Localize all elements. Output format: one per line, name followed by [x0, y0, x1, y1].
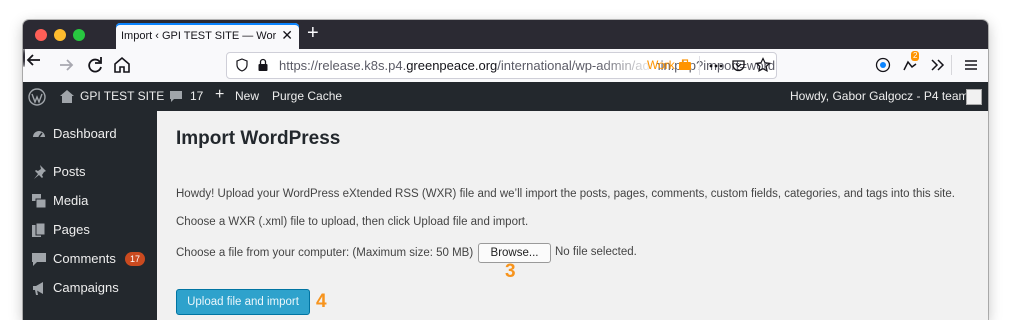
site-name-link[interactable]: GPI TEST SITE	[80, 89, 164, 103]
step-annotation-3: 3	[505, 261, 516, 282]
new-content-link[interactable]: New	[235, 89, 259, 103]
container-label[interactable]: Work	[647, 58, 675, 72]
dashboard-icon	[33, 131, 45, 138]
extension-badge: 2	[911, 51, 920, 61]
reload-icon[interactable]	[83, 53, 107, 77]
wordpress-logo-icon[interactable]	[28, 88, 46, 106]
home-icon	[60, 90, 74, 103]
back-button[interactable]	[23, 48, 40, 67]
toolbar-separator	[951, 55, 952, 75]
home-icon[interactable]	[110, 53, 134, 77]
browser-window: Import ‹ GPI TEST SITE — WordPress ✕ +	[23, 20, 988, 320]
wp-admin-bar: GPI TEST SITE 17 + New Purge Cache Howdy…	[23, 82, 988, 111]
instruction-text: Choose a WXR (.xml) file to upload, then…	[176, 216, 529, 228]
briefcase-icon	[679, 59, 691, 70]
tab-title: Import ‹ GPI TEST SITE — WordPress	[121, 30, 276, 42]
minimize-window-button[interactable]	[54, 29, 66, 41]
shield-icon[interactable]	[235, 58, 249, 72]
navigation-toolbar: https://release.k8s.p4.greenpeace.org/in…	[23, 48, 988, 83]
page-title: Import WordPress	[176, 128, 341, 149]
address-bar[interactable]: https://release.k8s.p4.greenpeace.org/in…	[226, 52, 777, 79]
back-arrow-icon	[26, 54, 40, 66]
sidebar-item-label: Campaigns	[53, 280, 119, 295]
browse-button[interactable]: Browse...	[478, 243, 551, 263]
sidebar-item-label: Pages	[53, 222, 90, 237]
url-domain: greenpeace.org	[406, 58, 498, 73]
url-separator	[699, 56, 700, 75]
pin-icon	[34, 165, 46, 179]
pocket-icon[interactable]	[731, 58, 746, 73]
active-tab[interactable]: Import ‹ GPI TEST SITE — WordPress ✕	[116, 23, 299, 49]
intro-text: Howdy! Upload your WordPress eXtended RS…	[176, 188, 955, 200]
overflow-icon[interactable]	[929, 58, 945, 72]
upload-file-and-import-button[interactable]: Upload file and import	[176, 289, 310, 315]
forward-arrow-icon[interactable]	[55, 53, 79, 77]
star-icon[interactable]	[755, 57, 771, 73]
hamburger-menu-icon[interactable]	[964, 58, 978, 72]
purge-cache-link[interactable]: Purge Cache	[272, 89, 342, 103]
more-icon[interactable]	[708, 59, 724, 73]
pages-icon	[32, 222, 46, 237]
main-content: Import WordPress Howdy! Upload your Word…	[157, 111, 988, 320]
tab-close-icon[interactable]: ✕	[281, 28, 293, 42]
url-prefix: https://release.k8s.p4.	[279, 58, 407, 73]
comments-count-link[interactable]: 17	[190, 89, 203, 103]
tab-strip: Import ‹ GPI TEST SITE — WordPress ✕ +	[23, 20, 988, 49]
admin-sidebar: Dashboard Posts Media Pages Comments 17 …	[23, 111, 157, 320]
file-status-text: No file selected.	[555, 246, 637, 258]
sidebar-item-label: Media	[53, 193, 89, 208]
sidebar-item-label: Posts	[53, 164, 86, 179]
sidebar-item-label: Dashboard	[53, 126, 117, 141]
comments-count-badge: 17	[125, 252, 145, 266]
comment-icon	[170, 91, 182, 102]
lock-icon[interactable]	[257, 58, 269, 72]
avatar[interactable]	[966, 89, 982, 105]
extension-icon[interactable]	[875, 57, 891, 73]
maximize-window-button[interactable]	[73, 29, 85, 41]
new-tab-button[interactable]: +	[307, 22, 319, 44]
url-text: https://release.k8s.p4.greenpeace.org/in…	[279, 58, 776, 73]
sidebar-item-label: Comments	[53, 251, 116, 266]
file-input-label: Choose a file from your computer: (Maxim…	[176, 247, 474, 259]
step-annotation-4: 4	[316, 291, 327, 312]
plus-icon: +	[215, 86, 225, 103]
account-greeting[interactable]: Howdy, Gabor Galgocz - P4 team	[790, 89, 969, 103]
megaphone-icon	[33, 282, 43, 295]
media-icon	[32, 194, 47, 209]
comment-icon	[32, 253, 46, 266]
close-window-button[interactable]	[35, 29, 47, 41]
